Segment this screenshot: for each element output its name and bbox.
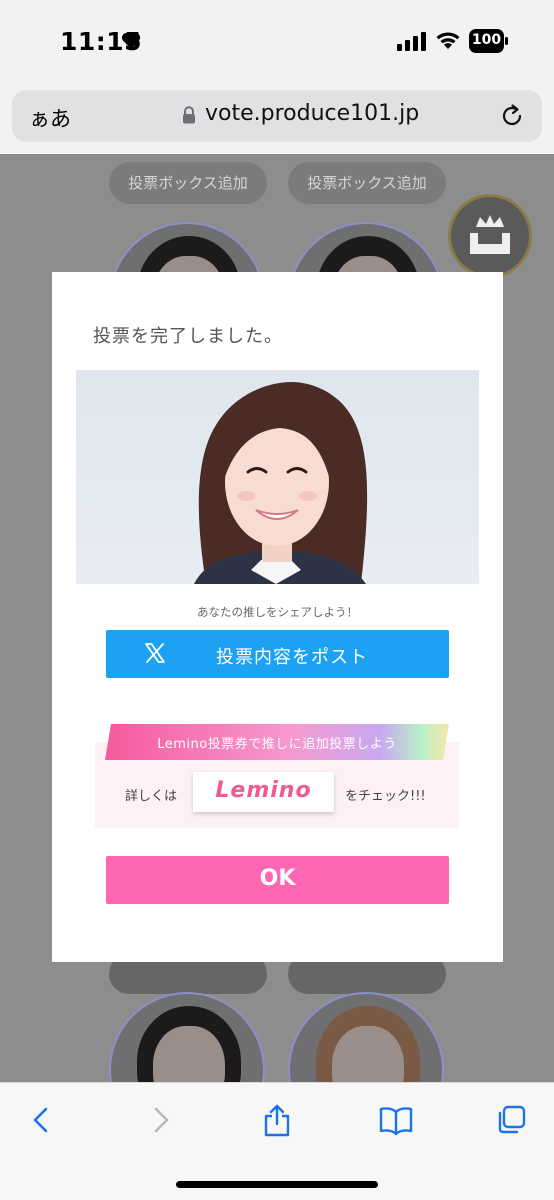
forward-icon[interactable] (144, 1103, 176, 1137)
vote-complete-modal: 投票を完了しました。 あなたの推しをシェアしよう！ 投票内容をポスト Lemin… (52, 272, 503, 962)
crown-box-icon (470, 215, 510, 254)
details-prefix: 詳しくは (125, 789, 178, 804)
home-indicator (176, 1181, 378, 1188)
share-prompt: あなたの推しをシェアしよう！ (197, 605, 358, 619)
lemino-logo: Lemino (215, 778, 312, 803)
page-settings-button[interactable]: ぁあ (29, 103, 71, 133)
lemino-banner-text: Lemino投票券で推しに追加投票しよう (157, 737, 397, 752)
post-to-x-button[interactable]: 投票内容をポスト (106, 630, 449, 678)
ok-button[interactable]: OK (106, 856, 449, 904)
vote-box-button[interactable] (448, 194, 532, 278)
lemino-link-button[interactable]: Lemino (193, 772, 334, 812)
wifi-icon (436, 32, 460, 49)
trainee-avatar[interactable] (109, 992, 265, 1082)
post-button-label: 投票内容をポスト (216, 647, 368, 668)
reload-icon[interactable] (499, 103, 525, 129)
address-bar[interactable]: ぁあ vote.produce101.jp (12, 90, 542, 142)
heart-icon (121, 33, 141, 49)
status-bar: 11:15 100 (0, 0, 554, 84)
trainee-portrait-image (194, 382, 368, 584)
url-text[interactable]: vote.produce101.jp (205, 101, 419, 126)
tabs-icon[interactable] (495, 1103, 527, 1137)
cellular-signal-icon (397, 32, 426, 51)
modal-title: 投票を完了しました。 (93, 326, 283, 347)
bookmarks-icon[interactable] (378, 1103, 414, 1137)
add-vote-box-button[interactable]: 投票ボックス追加 (288, 162, 446, 204)
battery-level: 100 (471, 32, 502, 48)
share-icon[interactable] (261, 1103, 293, 1137)
trainee-avatar[interactable] (288, 992, 444, 1082)
lock-icon (183, 106, 195, 124)
ok-button-label: OK (259, 866, 296, 891)
trainee-photo (76, 370, 479, 584)
add-vote-box-button[interactable]: 投票ボックス追加 (109, 162, 267, 204)
browser-address-area: ぁあ vote.produce101.jp (0, 84, 554, 154)
details-suffix: をチェック!!! (345, 789, 426, 804)
back-icon[interactable] (26, 1103, 58, 1137)
battery-indicator: 100 (469, 29, 509, 53)
x-logo-icon (145, 643, 165, 663)
